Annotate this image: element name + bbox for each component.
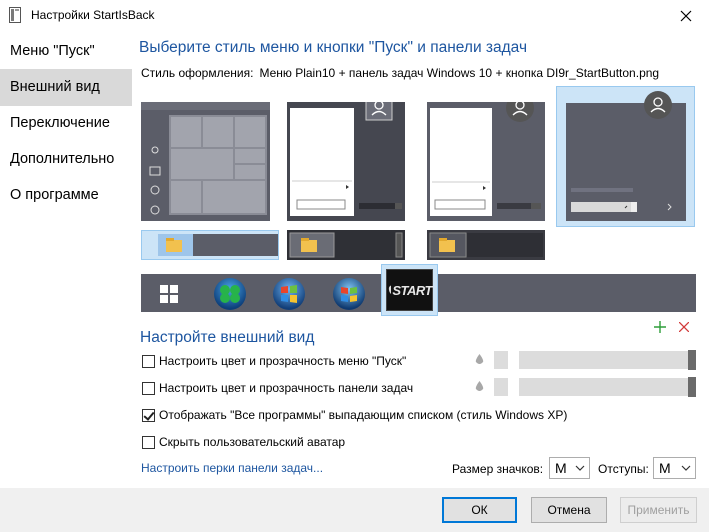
taskbar-color-checkbox[interactable] bbox=[142, 381, 155, 395]
sidebar-item-appearance[interactable]: Внешний вид bbox=[0, 69, 132, 106]
sidebar-item-advanced[interactable]: Дополнительно bbox=[0, 141, 132, 178]
sidebar-item-start-menu[interactable]: Меню "Пуск" bbox=[0, 33, 132, 70]
taskbar-opacity-slider[interactable] bbox=[519, 377, 696, 397]
title-bar: Настройки StartIsBack bbox=[0, 0, 709, 31]
close-button[interactable] bbox=[663, 0, 709, 31]
option-taskbar-color[interactable]: Настроить цвет и прозрачность панели зад… bbox=[142, 380, 413, 396]
chevron-down-icon bbox=[681, 465, 691, 471]
main-panel: Выберите стиль меню и кнопки "Пуск" и па… bbox=[132, 31, 709, 488]
style-line: Стиль оформления: Меню Plain10 + панель з… bbox=[141, 66, 659, 80]
start-button-text: START bbox=[392, 282, 432, 298]
margins-value: M bbox=[659, 460, 671, 476]
sidebar-item-about[interactable]: О программе bbox=[0, 177, 132, 214]
start-text-button-selected[interactable]: START bbox=[381, 264, 438, 316]
icon-size-select[interactable]: M bbox=[549, 457, 590, 479]
start-text-button: START bbox=[386, 269, 433, 311]
customize-heading: Настройте внешний вид bbox=[140, 329, 315, 346]
margins-select[interactable]: M bbox=[653, 457, 696, 479]
option-hide-avatar[interactable]: Скрыть пользовательский аватар bbox=[142, 434, 345, 450]
start-menu-style-plain10-alt[interactable] bbox=[427, 94, 545, 221]
vista-orb-icon[interactable] bbox=[332, 277, 366, 311]
style-heading: Выберите стиль меню и кнопки "Пуск" и па… bbox=[139, 39, 528, 56]
tiles-menu-preview bbox=[141, 102, 270, 215]
start-button-strip: START bbox=[141, 264, 696, 316]
win7-orb-icon[interactable] bbox=[272, 277, 306, 311]
option-label: Настроить цвет и прозрачность меню "Пуск… bbox=[159, 354, 407, 368]
option-label: Скрыть пользовательский аватар bbox=[159, 435, 346, 449]
apply-button[interactable]: Применить bbox=[620, 497, 697, 523]
taskbar-perks-link[interactable]: Настроить перки панели задач... bbox=[141, 461, 323, 475]
option-menu-color[interactable]: Настроить цвет и прозрачность меню "Пуск… bbox=[142, 353, 406, 369]
add-icon[interactable] bbox=[654, 321, 666, 333]
taskbar-style-win8[interactable] bbox=[287, 230, 405, 260]
remove-icon[interactable] bbox=[679, 322, 689, 332]
hide-avatar-checkbox[interactable] bbox=[142, 435, 155, 449]
start-menu-style-plain10-selected[interactable] bbox=[556, 86, 695, 227]
win10-taskbar-preview bbox=[158, 234, 278, 256]
swirl-icon bbox=[388, 285, 392, 295]
clover-orb-icon[interactable] bbox=[213, 277, 247, 311]
option-label: Настроить цвет и прозрачность панели зад… bbox=[159, 381, 414, 395]
all-programs-checkbox[interactable] bbox=[142, 408, 155, 422]
start-menu-style-tiles[interactable] bbox=[141, 102, 270, 221]
margins-label: Отступы: bbox=[598, 462, 649, 476]
plain10-alt-menu-preview bbox=[430, 94, 541, 216]
icon-size-value: M bbox=[555, 460, 567, 476]
start-menu-style-plain8[interactable] bbox=[287, 93, 405, 221]
slider-thumb[interactable] bbox=[688, 350, 696, 370]
plain8-menu-preview bbox=[290, 93, 402, 216]
option-all-programs-dropdown[interactable]: Отображать "Все программы" выпадающим сп… bbox=[142, 407, 567, 423]
opacity-drop-icon bbox=[475, 381, 484, 391]
win8-taskbar-preview bbox=[289, 232, 403, 258]
dialog-footer: ОК Отмена Применить bbox=[0, 488, 709, 532]
close-icon bbox=[680, 10, 692, 21]
win7-taskbar-preview bbox=[429, 232, 543, 258]
windows-logo-icon[interactable] bbox=[160, 285, 178, 303]
chevron-down-icon bbox=[575, 465, 585, 471]
taskbar-style-win10-selected[interactable] bbox=[141, 230, 279, 260]
app-icon bbox=[9, 7, 21, 23]
menu-opacity-slider[interactable] bbox=[519, 350, 696, 370]
taskbar-color-swatch[interactable] bbox=[494, 378, 508, 396]
style-value: Меню Plain10 + панель задач Windows 10 +… bbox=[259, 66, 660, 80]
menu-color-swatch[interactable] bbox=[494, 351, 508, 369]
style-label: Стиль оформления: bbox=[141, 66, 254, 80]
menu-color-checkbox[interactable] bbox=[142, 354, 155, 368]
slider-thumb[interactable] bbox=[688, 377, 696, 397]
opacity-drop-icon bbox=[475, 354, 484, 364]
taskbar-style-win7[interactable] bbox=[427, 230, 545, 260]
sidebar-item-switching[interactable]: Переключение bbox=[0, 105, 132, 142]
ok-button[interactable]: ОК bbox=[442, 497, 517, 523]
icon-size-label: Размер значков: bbox=[452, 462, 544, 476]
plain10-menu-preview bbox=[566, 91, 686, 221]
option-label: Отображать "Все программы" выпадающим сп… bbox=[159, 408, 568, 422]
cancel-button[interactable]: Отмена bbox=[531, 497, 607, 523]
sidebar: Меню "Пуск" Внешний вид Переключение Доп… bbox=[0, 31, 132, 488]
window-title: Настройки StartIsBack bbox=[31, 8, 155, 22]
